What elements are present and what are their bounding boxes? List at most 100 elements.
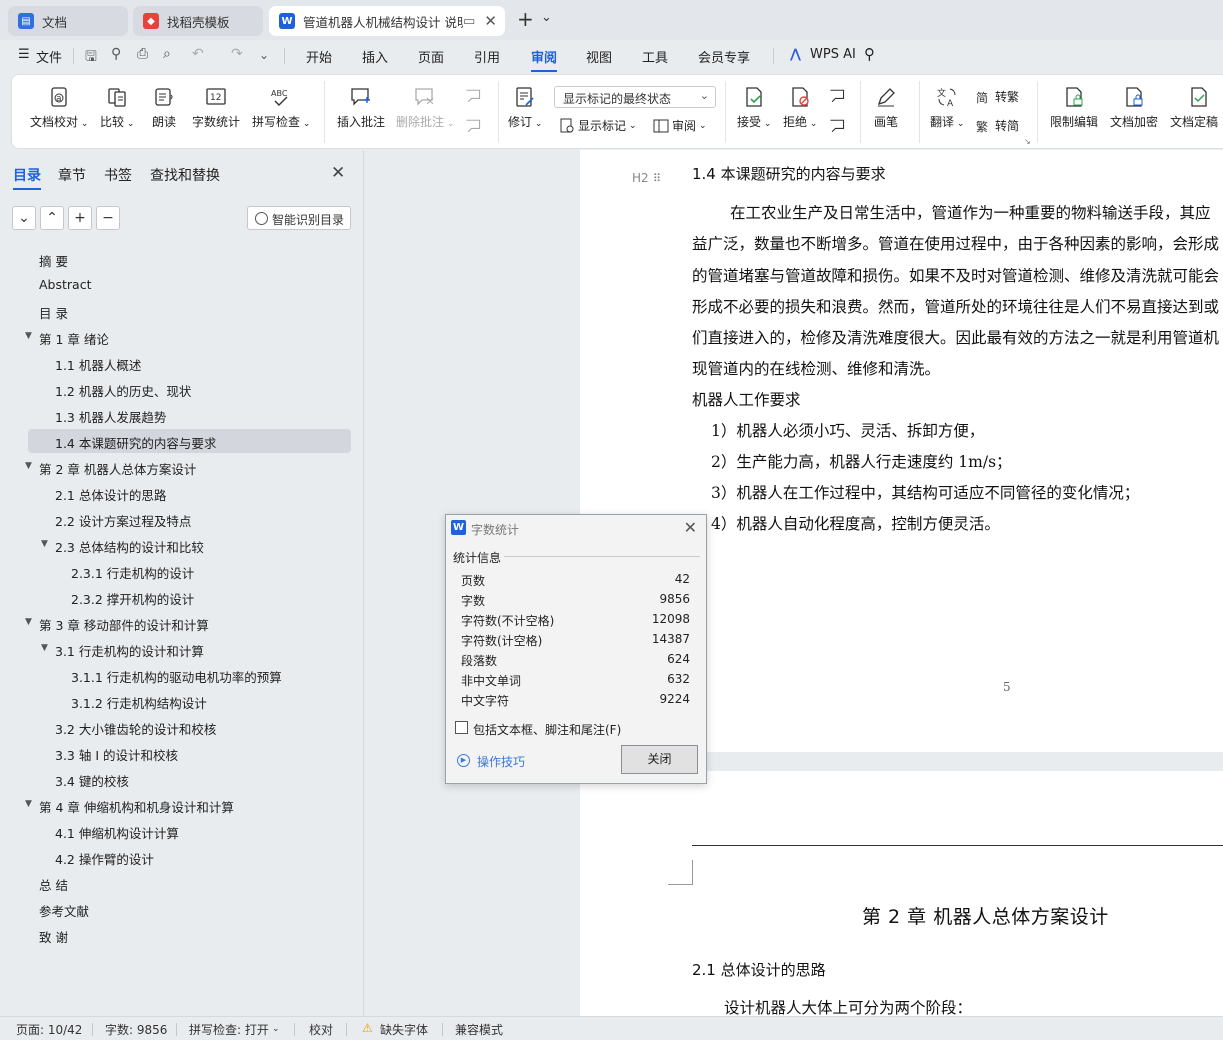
save-icon[interactable]: 🖫 xyxy=(85,46,97,70)
menu-insert[interactable]: 插入 xyxy=(362,47,388,66)
track-changes-button[interactable]: 修订 ⌄ xyxy=(508,86,542,130)
insert-comment-button[interactable]: 插入批注 xyxy=(337,86,385,130)
toc-item[interactable]: 3.4 键的校核 xyxy=(28,767,351,791)
drag-handle-icon[interactable]: ⠿ xyxy=(653,172,661,185)
toc-item[interactable]: 2.2 设计方案过程及特点 xyxy=(28,507,351,531)
prev-comment-button[interactable] xyxy=(464,87,482,110)
proofread-indicator[interactable]: 校对 xyxy=(309,1021,333,1038)
tab-docs[interactable]: ▤ 文档 xyxy=(8,6,128,36)
include-textbox-label[interactable]: 包括文本框、脚注和尾注(F) xyxy=(473,721,621,738)
search-icon[interactable]: ⚲ xyxy=(864,45,875,63)
chevron-down-icon[interactable]: ⌄ xyxy=(12,206,36,230)
new-tab-button[interactable]: + xyxy=(517,7,534,31)
tab-document[interactable]: W 管道机器人机械结构设计 说明 ▭ ✕ xyxy=(269,6,505,36)
share-icon[interactable]: ⚲ xyxy=(111,46,121,62)
undo-icon[interactable]: ↶ xyxy=(192,46,204,62)
toc-item[interactable]: 目 录 xyxy=(28,299,351,323)
to-traditional-button[interactable]: 简 转繁 xyxy=(976,88,1019,105)
toc-item[interactable]: 致 谢 xyxy=(28,923,351,947)
play-icon[interactable]: ▶ xyxy=(457,754,470,767)
expand-caret-icon[interactable]: ▼ xyxy=(25,331,32,341)
chevron-down-icon[interactable]: ⌄ xyxy=(272,1024,280,1034)
toc-item[interactable]: 4.2 操作臂的设计 xyxy=(28,845,351,869)
nav-tab-find-replace[interactable]: 查找和替换 xyxy=(150,165,220,185)
menu-file[interactable]: 文件 xyxy=(36,47,62,66)
nav-tab-sections[interactable]: 章节 xyxy=(58,165,86,185)
markup-state-select[interactable]: 显示标记的最终状态 ⌄ xyxy=(554,86,716,108)
smart-toc-button[interactable]: 智能识别目录 xyxy=(247,206,351,230)
close-icon[interactable]: ✕ xyxy=(684,518,697,537)
menu-wps-ai[interactable]: WPS AI xyxy=(810,47,856,62)
restrict-edit-button[interactable]: 限制编辑 xyxy=(1050,86,1098,130)
delete-comment-button[interactable]: 删除批注 ⌄ xyxy=(396,86,454,130)
prev-change-button[interactable] xyxy=(828,87,846,110)
menu-member[interactable]: 会员专享 xyxy=(698,47,750,66)
toc-item[interactable]: 1.4 本课题研究的内容与要求 xyxy=(28,429,351,453)
remove-heading-icon[interactable]: − xyxy=(96,206,120,230)
menu-review[interactable]: 审阅 xyxy=(531,47,557,66)
screen-icon[interactable]: ▭ xyxy=(463,14,475,29)
toc-item[interactable]: ▼ 第 1 章 绪论 xyxy=(25,325,351,349)
print-icon[interactable]: ⎙ xyxy=(137,46,148,62)
menu-tools[interactable]: 工具 xyxy=(642,47,668,66)
toc-item[interactable]: 1.3 机器人发展趋势 xyxy=(28,403,351,427)
missing-font-indicator[interactable]: 缺失字体 xyxy=(380,1021,428,1038)
chevron-up-icon[interactable]: ⌃ xyxy=(40,206,64,230)
toc-item[interactable]: 参考文献 xyxy=(28,897,351,921)
menu-page[interactable]: 页面 xyxy=(418,47,444,66)
show-markup-button[interactable]: 显示标记 ⌄ xyxy=(559,117,637,134)
toc-item[interactable]: 3.3 轴 I 的设计和校核 xyxy=(28,741,351,765)
toc-item[interactable]: ▼ 第 3 章 移动部件的设计和计算 xyxy=(25,611,351,635)
add-heading-icon[interactable]: + xyxy=(68,206,92,230)
print-preview-icon[interactable]: ⌕ xyxy=(163,46,171,62)
toc-item[interactable]: 3.1.1 行走机构的驱动电机功率的预算 xyxy=(28,663,351,687)
close-button[interactable]: 关闭 xyxy=(621,745,698,774)
accept-button[interactable]: 接受 ⌄ xyxy=(737,86,771,130)
word-count-button[interactable]: 12 字数统计 xyxy=(192,86,240,130)
toc-item[interactable]: 2.3.2 撑开机构的设计 xyxy=(28,585,351,609)
nav-tab-toc[interactable]: 目录 xyxy=(13,165,41,185)
finalize-button[interactable]: 文档定稿 ⌄ xyxy=(1170,86,1223,130)
toc-item[interactable]: ▼ 3.1 行走机构的设计和计算 xyxy=(28,637,351,661)
toc-item[interactable]: ▼ 第 4 章 伸缩机构和机身设计和计算 xyxy=(25,793,351,817)
toc-item[interactable]: 2.3.1 行走机构的设计 xyxy=(28,559,351,583)
include-textbox-checkbox[interactable] xyxy=(455,721,468,734)
pen-button[interactable]: 画笔 xyxy=(874,86,898,130)
toc-item[interactable]: 1.2 机器人的历史、现状 xyxy=(28,377,351,401)
toc-item[interactable]: 1.1 机器人概述 xyxy=(28,351,351,375)
tab-docer-templates[interactable]: ◆ 找稻壳模板 xyxy=(133,6,263,36)
toc-item[interactable]: 总 结 xyxy=(28,871,351,895)
expand-caret-icon[interactable]: ▼ xyxy=(25,461,32,471)
review-pane-button[interactable]: 审阅 ⌄ xyxy=(653,117,707,134)
tips-link[interactable]: 操作技巧 xyxy=(477,753,525,770)
encrypt-button[interactable]: 文档加密 xyxy=(1110,86,1158,130)
toc-item[interactable]: 2.1 总体设计的思路 xyxy=(28,481,351,505)
expand-caret-icon[interactable]: ▼ xyxy=(41,643,48,653)
expand-caret-icon[interactable]: ▼ xyxy=(25,617,32,627)
toc-item[interactable]: 4.1 伸缩机构设计计算 xyxy=(28,819,351,843)
close-pane-icon[interactable]: ✕ xyxy=(331,163,345,183)
expand-caret-icon[interactable]: ▼ xyxy=(25,799,32,809)
menu-view[interactable]: 视图 xyxy=(586,47,612,66)
menu-references[interactable]: 引用 xyxy=(474,47,500,66)
document-page[interactable] xyxy=(580,771,1223,1016)
next-comment-button[interactable] xyxy=(464,117,482,140)
close-tab-icon[interactable]: ✕ xyxy=(484,12,497,30)
tab-list-dropdown-icon[interactable]: ⌄ xyxy=(541,10,552,25)
page-indicator[interactable]: 页面: 10/42 xyxy=(16,1021,82,1038)
expand-group-icon[interactable]: ↘ xyxy=(1024,137,1031,146)
toc-item[interactable]: 3.1.2 行走机构结构设计 xyxy=(28,689,351,713)
to-simplified-button[interactable]: 繁 转简 xyxy=(976,117,1019,134)
compare-button[interactable]: 比较 ⌄ xyxy=(100,86,134,130)
spell-check-indicator[interactable]: 拼写检查: 打开 xyxy=(189,1021,269,1038)
toc-item[interactable]: 3.2 大小锥齿轮的设计和校核 xyxy=(28,715,351,739)
word-count-indicator[interactable]: 字数: 9856 xyxy=(105,1021,167,1038)
toc-item[interactable]: Abstract xyxy=(28,273,351,297)
translate-button[interactable]: 文A 翻译 ⌄ xyxy=(930,86,964,130)
toc-item[interactable]: ▼ 第 2 章 机器人总体方案设计 xyxy=(25,455,351,479)
toc-item[interactable]: ▼ 2.3 总体结构的设计和比较 xyxy=(28,533,351,557)
nav-tab-bookmarks[interactable]: 书签 xyxy=(104,165,132,185)
next-change-button[interactable] xyxy=(828,117,846,140)
read-aloud-button[interactable]: 朗读 xyxy=(152,86,176,130)
more-dropdown-icon[interactable]: ⌄ xyxy=(259,48,269,62)
